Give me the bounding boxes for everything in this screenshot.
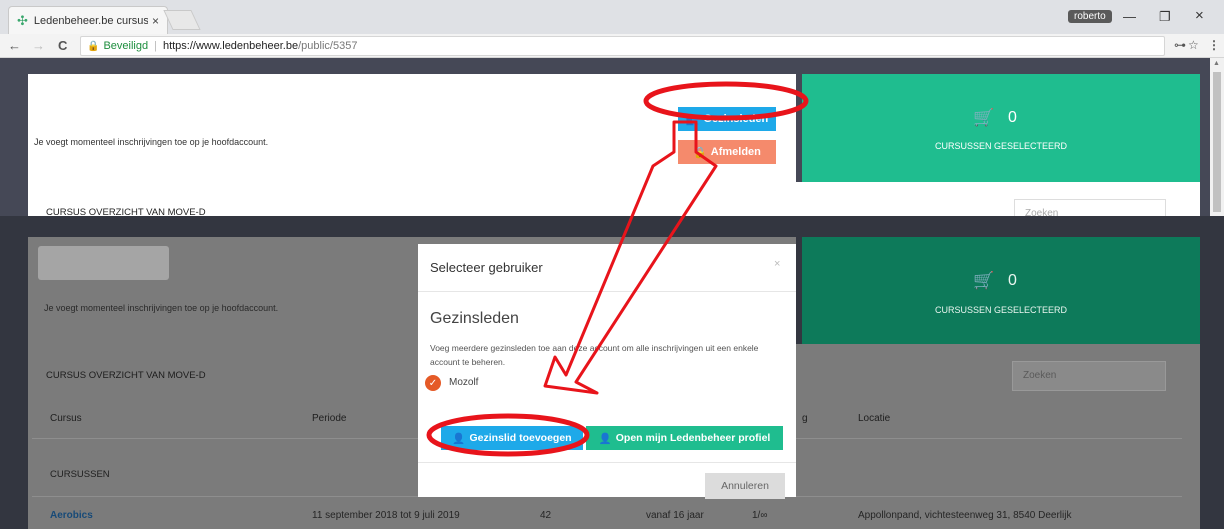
cart-count: 0 xyxy=(1008,272,1017,289)
tab-close-icon[interactable]: × xyxy=(152,14,159,28)
cart-summary[interactable]: 🛒 0 CURSUSSEN GESELECTEERD xyxy=(802,74,1200,186)
profile-chip[interactable]: roberto xyxy=(1068,10,1112,23)
minimize-icon[interactable]: — xyxy=(1123,9,1136,24)
course-age: vanaf 16 jaar xyxy=(646,510,704,521)
cart-label: CURSUSSEN GESELECTEERD xyxy=(934,305,1068,315)
gezinsleden-button-label: Gezinsleden xyxy=(703,113,769,125)
user-icon: 👤 xyxy=(598,432,612,445)
cart-count: 0 xyxy=(1008,109,1017,126)
modal-close-icon[interactable]: × xyxy=(774,258,780,270)
cancel-button[interactable]: Annuleren xyxy=(705,473,785,499)
users-icon: 👥 xyxy=(685,113,700,126)
column-header-leeftijd: g xyxy=(802,413,808,424)
column-header-periode: Periode xyxy=(312,413,347,424)
lock-icon: 🔒 xyxy=(693,146,707,159)
afmelden-button[interactable]: 🔒 Afmelden xyxy=(678,140,776,164)
add-family-member-button[interactable]: 👤 Gezinslid toevoegen xyxy=(441,426,583,450)
cart-icon: 🛒 xyxy=(973,108,995,127)
window-close-icon[interactable]: × xyxy=(1195,7,1204,24)
course-locatie: Appollonpand, vichtesteenweg 31, 8540 De… xyxy=(858,510,1072,521)
modal-heading: Gezinsleden xyxy=(430,310,519,327)
url-path: /public/5357 xyxy=(298,40,358,52)
overview-title: CURSUS OVERZICHT VAN MOVE-D xyxy=(46,370,206,381)
browser-toolbar: ← → C 🔒 Beveiligd | https://www.ledenbeh… xyxy=(0,34,1224,58)
section-label-cursussen: CURSUSSEN xyxy=(50,469,110,480)
favicon-icon: ✣ xyxy=(17,12,28,28)
forward-icon[interactable]: → xyxy=(32,38,45,53)
account-info-card: Je voegt momenteel inschrijvingen toe op… xyxy=(28,74,796,186)
scrollbar-thumb[interactable] xyxy=(1213,72,1221,212)
open-profile-button[interactable]: 👤 Open mijn Ledenbeheer profiel xyxy=(586,426,783,450)
maximize-icon[interactable]: ❐ xyxy=(1159,9,1171,25)
cart-summary-dimmed: 🛒 0 CURSUSSEN GESELECTEERD xyxy=(802,237,1200,349)
browser-tabbar: ✣ Ledenbeheer.be cursuso × roberto — ❐ × xyxy=(0,0,1224,34)
open-profile-label: Open mijn Ledenbeheer profiel xyxy=(615,432,771,444)
browser-tab[interactable]: ✣ Ledenbeheer.be cursuso × xyxy=(8,6,168,34)
lock-icon: 🔒 xyxy=(87,40,100,52)
modal-header-divider xyxy=(418,291,796,292)
page-top-section: Je voegt momenteel inschrijvingen toe op… xyxy=(0,58,1210,229)
modal-title: Selecteer gebruiker xyxy=(430,260,543,275)
column-header-locatie: Locatie xyxy=(858,413,891,424)
secure-label: Beveiligd xyxy=(103,40,149,52)
check-icon: ✓ xyxy=(425,375,441,391)
cart-label: CURSUSSEN GESELECTEERD xyxy=(934,141,1068,151)
add-user-icon: 👤 xyxy=(452,432,466,445)
family-member-name[interactable]: Mozolf xyxy=(449,377,478,388)
address-separator: | xyxy=(154,40,157,52)
course-periode: 11 september 2018 tot 9 juli 2019 xyxy=(312,510,460,521)
menu-icon[interactable]: ⋮ xyxy=(1208,38,1220,52)
screenshot-stage: ✣ Ledenbeheer.be cursuso × roberto — ❐ ×… xyxy=(0,0,1224,529)
course-count: 42 xyxy=(540,510,552,521)
course-link-aerobics[interactable]: Aerobics xyxy=(50,510,93,521)
account-info-text: Je voegt momenteel inschrijvingen toe op… xyxy=(44,303,279,313)
cancel-button-label: Annuleren xyxy=(721,480,769,492)
account-info-text: Je voegt momenteel inschrijvingen toe op… xyxy=(34,137,269,147)
reload-icon[interactable]: C xyxy=(58,38,67,53)
key-icon[interactable]: ⊶ xyxy=(1174,38,1186,52)
tab-title: Ledenbeheer.be cursuso xyxy=(33,14,148,27)
scroll-up-icon[interactable]: ▲ xyxy=(1213,60,1220,67)
search-input-dimmed: Zoeken xyxy=(1012,361,1166,391)
column-header-cursus: Cursus xyxy=(50,413,82,424)
modal-footer-divider xyxy=(418,462,796,463)
search-placeholder: Zoeken xyxy=(1023,370,1057,381)
star-icon[interactable]: ☆ xyxy=(1188,38,1199,52)
add-family-member-label: Gezinslid toevoegen xyxy=(469,432,572,444)
modal-description: Voeg meerdere gezinsleden toe aan deze a… xyxy=(430,343,759,367)
course-extra: 1/∞ xyxy=(752,510,768,521)
back-icon[interactable]: ← xyxy=(8,38,21,53)
url-host: https://www.ledenbeheer.be xyxy=(162,40,299,52)
address-bar[interactable]: 🔒 Beveiligd | https://www.ledenbeheer.be… xyxy=(80,36,1165,56)
cart-icon: 🛒 xyxy=(973,271,995,290)
gezinsleden-button[interactable]: 👥 Gezinsleden xyxy=(678,107,776,131)
avatar-placeholder xyxy=(38,246,169,280)
new-tab-button[interactable] xyxy=(163,10,201,30)
afmelden-button-label: Afmelden xyxy=(710,146,761,158)
select-user-modal: Selecteer gebruiker × Gezinsleden Voeg m… xyxy=(418,244,796,499)
page-scrollbar[interactable]: ▲ xyxy=(1210,58,1224,216)
